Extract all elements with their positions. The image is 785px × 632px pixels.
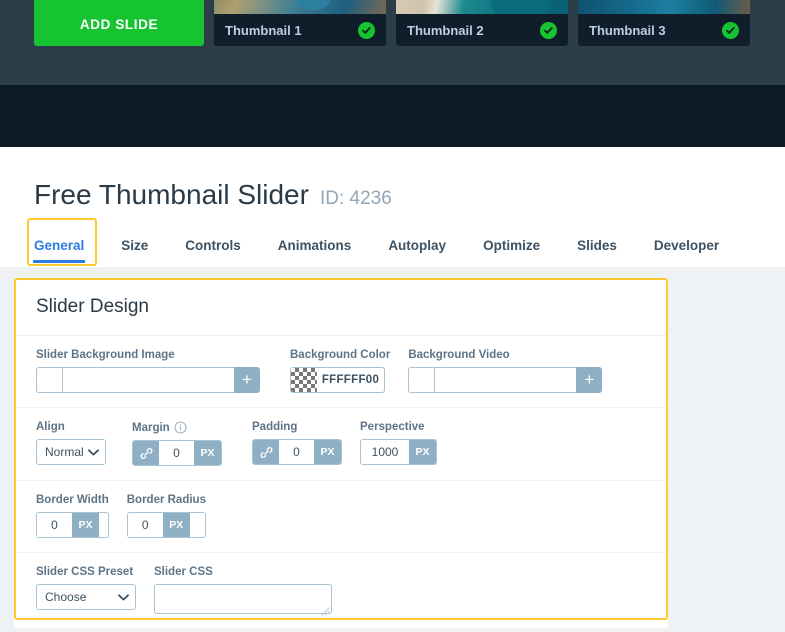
- tab-bar: General Size Controls Animations Autopla…: [0, 218, 785, 267]
- slider-css-preset-selected-value: Choose: [45, 590, 87, 604]
- slide-thumbnail-image-2: [396, 0, 568, 14]
- link-chain-icon[interactable]: [133, 441, 159, 465]
- check-circle-icon[interactable]: [358, 21, 375, 39]
- label-align: Align: [36, 421, 65, 433]
- slide-title-3: Thumbnail 3: [589, 22, 666, 38]
- slider-css-textarea[interactable]: [154, 584, 332, 616]
- label-perspective: Perspective: [360, 421, 425, 433]
- perspective-value[interactable]: 1000: [361, 440, 409, 464]
- row-backgrounds: Slider Background Image + Background Col…: [14, 336, 668, 408]
- field-perspective: Perspective 1000 PX: [360, 421, 437, 465]
- field-slider-css-preset: Slider CSS Preset Choose: [36, 566, 136, 610]
- field-margin: Margin 0 PX: [132, 421, 222, 466]
- field-slider-background-image: Slider Background Image +: [36, 349, 260, 393]
- slider-background-image-input[interactable]: [62, 367, 234, 393]
- dark-nav-band: [0, 85, 785, 147]
- tab-autoplay[interactable]: Autoplay: [388, 238, 446, 267]
- perspective-unit: PX: [409, 440, 436, 464]
- background-color-value: FFFFFF00: [321, 374, 380, 386]
- align-selected-value: Normal: [45, 445, 84, 459]
- field-border-width: Border Width 0 PX: [36, 494, 109, 538]
- label-border-width: Border Width: [36, 494, 109, 506]
- field-padding: Padding 0 PX: [252, 421, 342, 465]
- slide-thumbnail-image-3: [578, 0, 750, 14]
- label-slider-css-preset: Slider CSS Preset: [36, 566, 134, 578]
- tab-size[interactable]: Size: [121, 238, 148, 267]
- border-width-input-group[interactable]: 0 PX: [36, 512, 109, 538]
- page-title: Free Thumbnail Slider: [34, 179, 309, 210]
- panel-header: Slider Design: [14, 278, 668, 336]
- border-radius-value[interactable]: 0: [127, 513, 163, 537]
- label-background-color: Background Color: [290, 349, 391, 361]
- margin-input-group[interactable]: 0 PX: [132, 440, 222, 466]
- margin-unit: PX: [194, 441, 221, 465]
- slide-card-2[interactable]: Thumbnail 2: [396, 0, 568, 46]
- border-radius-input-group[interactable]: 0 PX: [126, 512, 206, 538]
- slider-background-image-preview[interactable]: [36, 367, 62, 393]
- plus-icon[interactable]: +: [576, 367, 603, 393]
- label-margin-text: Margin: [132, 421, 170, 434]
- transparent-checker-icon: [291, 368, 317, 392]
- info-circle-icon[interactable]: [174, 421, 187, 434]
- resize-grip-icon[interactable]: [321, 603, 330, 616]
- plus-icon[interactable]: +: [234, 367, 260, 393]
- border-width-value[interactable]: 0: [37, 513, 72, 537]
- chevron-down-icon: [118, 590, 129, 604]
- perspective-input-group[interactable]: 1000 PX: [360, 439, 437, 465]
- field-background-color: Background Color FFFFFF00: [290, 349, 390, 393]
- check-circle-icon[interactable]: [540, 21, 557, 39]
- field-slider-css: Slider CSS: [154, 566, 332, 616]
- tab-slides[interactable]: Slides: [577, 238, 617, 267]
- field-border-radius: Border Radius 0 PX: [126, 494, 206, 538]
- row-css: Slider CSS Preset Choose Slider CSS: [14, 553, 668, 628]
- slide-card-1[interactable]: Thumbnail 1: [214, 0, 386, 46]
- tab-general[interactable]: General: [32, 238, 86, 267]
- padding-input-group[interactable]: 0 PX: [252, 439, 342, 465]
- panel-heading: Slider Design: [36, 296, 149, 317]
- background-video-preview[interactable]: [408, 367, 435, 393]
- label-margin: Margin: [132, 421, 222, 434]
- align-select[interactable]: Normal: [36, 439, 106, 465]
- tab-developer[interactable]: Developer: [654, 238, 719, 267]
- margin-value[interactable]: 0: [159, 441, 194, 465]
- content-area: Slider Design Slider Background Image + …: [0, 267, 785, 632]
- field-background-video: Background Video +: [408, 349, 603, 393]
- label-slider-background-image: Slider Background Image: [36, 349, 175, 361]
- background-color-picker[interactable]: FFFFFF00: [290, 367, 385, 393]
- slides-strip: ADD SLIDE Thumbnail 1 Thumbnail 2 Thumbn…: [0, 0, 785, 85]
- row-border: Border Width 0 PX Border Radius 0 PX: [14, 481, 668, 553]
- padding-unit: PX: [314, 440, 341, 464]
- tab-controls[interactable]: Controls: [185, 238, 241, 267]
- slider-css-preset-select[interactable]: Choose: [36, 584, 136, 610]
- border-radius-unit: PX: [162, 513, 190, 537]
- check-circle-icon[interactable]: [722, 21, 739, 39]
- label-border-radius: Border Radius: [126, 494, 206, 506]
- row-layout: Align Normal Margin 0 PX Padding 0 PX Pe…: [14, 408, 668, 481]
- background-video-input[interactable]: [434, 367, 577, 393]
- tab-optimize[interactable]: Optimize: [483, 238, 540, 267]
- link-chain-icon[interactable]: [253, 440, 279, 464]
- label-padding: Padding: [252, 421, 298, 433]
- label-background-video: Background Video: [408, 349, 510, 361]
- padding-value[interactable]: 0: [279, 440, 314, 464]
- label-slider-css: Slider CSS: [154, 566, 213, 578]
- slide-card-3[interactable]: Thumbnail 3: [578, 0, 750, 46]
- chevron-down-icon: [88, 445, 99, 459]
- slide-title-1: Thumbnail 1: [225, 22, 302, 38]
- slide-title-2: Thumbnail 2: [407, 22, 484, 38]
- add-slide-label: ADD SLIDE: [79, 17, 159, 32]
- page-id-label: ID: 4236: [319, 188, 392, 209]
- tab-animations[interactable]: Animations: [278, 238, 352, 267]
- slider-design-panel: Slider Design Slider Background Image + …: [14, 278, 668, 628]
- field-align: Align Normal: [36, 421, 106, 465]
- add-slide-button[interactable]: ADD SLIDE: [34, 0, 204, 46]
- page-header: Free Thumbnail Slider ID: 4236: [0, 147, 785, 210]
- slide-thumbnail-image-1: [214, 0, 386, 14]
- border-width-unit: PX: [72, 513, 99, 537]
